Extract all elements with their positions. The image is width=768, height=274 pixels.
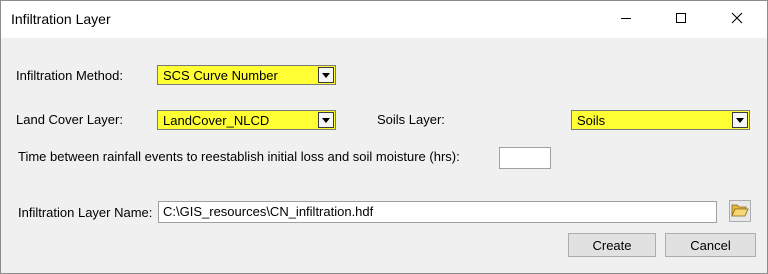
- infiltration-method-select[interactable]: SCS Curve Number: [157, 65, 336, 85]
- maximize-icon: [675, 12, 687, 27]
- soils-label: Soils Layer:: [377, 112, 445, 127]
- minimize-icon: [620, 12, 632, 27]
- minimize-button[interactable]: [603, 1, 649, 38]
- land-cover-label: Land Cover Layer:: [16, 112, 123, 127]
- window-title: Infiltration Layer: [11, 11, 111, 27]
- time-between-events-label: Time between rainfall events to reestabl…: [18, 149, 460, 164]
- infiltration-layer-name-label: Infiltration Layer Name:: [18, 205, 153, 220]
- close-icon: [731, 12, 743, 27]
- dialog-window: Infiltration Layer Infiltration Method: …: [0, 0, 768, 274]
- maximize-button[interactable]: [658, 1, 704, 38]
- soils-value: Soils: [577, 113, 606, 128]
- create-button[interactable]: Create: [568, 233, 656, 257]
- chevron-down-icon[interactable]: [318, 67, 334, 83]
- infiltration-layer-name-value: C:\GIS_resources\CN_infiltration.hdf: [163, 204, 374, 219]
- infiltration-method-value: SCS Curve Number: [163, 68, 278, 83]
- land-cover-value: LandCover_NLCD: [163, 113, 270, 128]
- infiltration-layer-name-input[interactable]: C:\GIS_resources\CN_infiltration.hdf: [158, 201, 717, 223]
- infiltration-method-label: Infiltration Method:: [16, 68, 123, 83]
- chevron-down-icon[interactable]: [318, 112, 334, 128]
- folder-open-icon: [731, 202, 749, 221]
- title-bar: Infiltration Layer: [1, 1, 767, 38]
- cancel-button[interactable]: Cancel: [665, 233, 756, 257]
- chevron-down-icon[interactable]: [732, 112, 748, 128]
- soils-select[interactable]: Soils: [571, 110, 750, 130]
- dialog-content: Infiltration Method: SCS Curve Number La…: [1, 39, 767, 273]
- land-cover-select[interactable]: LandCover_NLCD: [157, 110, 336, 130]
- browse-button[interactable]: [729, 200, 751, 222]
- close-button[interactable]: [714, 1, 760, 38]
- time-between-events-input[interactable]: [499, 147, 551, 169]
